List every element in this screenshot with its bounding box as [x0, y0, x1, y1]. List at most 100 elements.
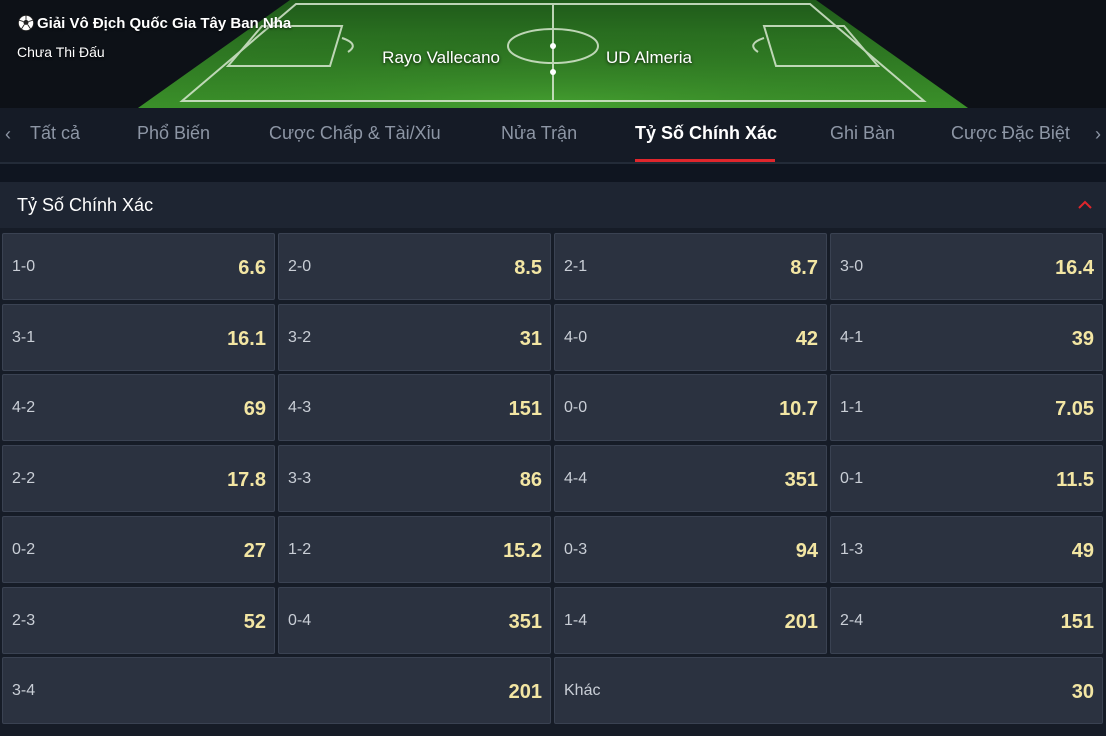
odds-value: 201	[784, 610, 818, 633]
odds-value: 42	[795, 327, 818, 350]
score-label: 0-3	[564, 540, 588, 558]
section-header[interactable]: Tỷ Số Chính Xác	[0, 182, 1106, 228]
odds-value: 49	[1071, 539, 1094, 562]
odds-cell[interactable]: 3-3 86	[278, 445, 551, 513]
odds-value: 151	[508, 398, 542, 421]
odds-value: 94	[795, 539, 818, 562]
score-label: Khác	[564, 682, 601, 700]
market-tabs: ‹ Tất cả Phổ Biến Cược Chấp & Tài/Xỉu Nử…	[0, 108, 1106, 164]
odds-value: 69	[243, 398, 266, 421]
odds-cell[interactable]: 2-4 151	[830, 586, 1103, 654]
odds-value: 8.5	[514, 257, 542, 279]
odds-cell[interactable]: 0-0 10.7	[554, 374, 827, 442]
score-label: 1-0	[12, 258, 36, 275]
odds-cell[interactable]: 4-0 42	[554, 303, 827, 371]
score-label: 1-3	[840, 540, 864, 558]
league-name: Giải Vô Địch Quốc Gia Tây Ban Nha	[37, 14, 292, 32]
score-label: 4-0	[564, 328, 588, 346]
odds-cell[interactable]: 0-1 11.5	[830, 445, 1103, 513]
score-label: 4-2	[12, 399, 36, 417]
match-header: Giải Vô Địch Quốc Gia Tây Ban Nha Chưa T…	[0, 0, 1106, 108]
score-label: 1-2	[288, 540, 312, 558]
active-tab-indicator	[635, 159, 775, 162]
tab-goalscorer[interactable]: Ghi Bàn	[830, 123, 895, 144]
score-label: 4-3	[288, 399, 312, 417]
odds-value: 15.2	[503, 539, 542, 562]
chevron-up-icon[interactable]	[1076, 196, 1094, 214]
score-label: 0-1	[840, 470, 864, 488]
section-title: Tỷ Số Chính Xác	[17, 195, 154, 215]
score-label: 4-1	[840, 328, 864, 346]
odds-value: 151	[1060, 610, 1094, 633]
odds-cell[interactable]: 0-4 351	[278, 586, 551, 654]
odds-cell[interactable]: 0-2 27	[2, 515, 275, 583]
league-title: Giải Vô Địch Quốc Gia Tây Ban Nha	[17, 14, 291, 32]
odds-value: 351	[784, 469, 818, 492]
odds-cell[interactable]: 1-0 6.6	[2, 233, 275, 300]
odds-cell[interactable]: 3-4 201	[2, 657, 551, 725]
away-team-name: UD Almeria	[606, 48, 692, 67]
odds-cell[interactable]: 3-1 16.1	[2, 303, 275, 371]
score-label: 0-2	[12, 540, 36, 558]
odds-value: 31	[519, 327, 542, 350]
match-status: Chưa Thi Đấu	[17, 44, 105, 60]
odds-cell[interactable]: 4-3 151	[278, 374, 551, 442]
tab-specials[interactable]: Cược Đặc Biệt	[951, 123, 1070, 144]
odds-cell[interactable]: 3-0 16.4	[830, 233, 1103, 300]
odds-cell[interactable]: 4-2 69	[2, 374, 275, 442]
score-label: 3-3	[288, 470, 312, 488]
odds-value: 7.05	[1055, 398, 1094, 421]
score-label: 2-1	[564, 258, 588, 275]
odds-cell[interactable]: 1-3 49	[830, 515, 1103, 583]
score-label: 0-0	[564, 399, 588, 417]
odds-value: 27	[243, 539, 266, 562]
tab-all[interactable]: Tất cả	[30, 123, 80, 144]
odds-value: 201	[508, 681, 542, 704]
score-label: 3-1	[12, 328, 36, 346]
odds-value: 86	[519, 469, 542, 492]
odds-value: 16.4	[1055, 257, 1094, 279]
odds-cell[interactable]: 1-2 15.2	[278, 515, 551, 583]
odds-value: 8.7	[790, 257, 818, 279]
odds-value: 351	[508, 610, 542, 633]
score-label: 1-4	[564, 611, 588, 629]
score-label: 0-4	[288, 611, 312, 629]
tab-correct-score[interactable]: Tỷ Số Chính Xác	[635, 123, 777, 144]
score-label: 1-1	[840, 399, 864, 417]
score-label: 3-2	[288, 328, 312, 346]
score-label: 2-0	[288, 258, 312, 275]
scroll-left-icon[interactable]: ‹	[5, 124, 11, 145]
odds-value: 16.1	[227, 327, 266, 350]
odds-cell[interactable]: 3-2 31	[278, 303, 551, 371]
correct-score-market: Tỷ Số Chính Xác 1-0 6.6 2-0 8.5 2-1 8.7 3-0 16.…	[0, 182, 1106, 736]
odds-cell[interactable]: 2-0 8.5	[278, 233, 551, 300]
odds-cell[interactable]: 4-4 351	[554, 445, 827, 513]
tab-half-time[interactable]: Nửa Trận	[501, 123, 577, 144]
score-label: 2-2	[12, 470, 36, 488]
odds-cell[interactable]: 0-3 94	[554, 515, 827, 583]
odds-cell[interactable]: 4-1 39	[830, 303, 1103, 371]
odds-value: 11.5	[1056, 469, 1094, 492]
odds-cell[interactable]: 1-4 201	[554, 586, 827, 654]
tab-popular[interactable]: Phổ Biến	[137, 123, 210, 144]
odds-value: 30	[1071, 681, 1094, 704]
soccer-ball-icon	[17, 14, 35, 32]
odds-value: 10.7	[779, 398, 818, 421]
tab-handicap-over-under[interactable]: Cược Chấp & Tài/Xỉu	[269, 123, 441, 144]
odds-value: 6.6	[238, 257, 266, 279]
odds-value: 17.8	[227, 469, 266, 492]
score-label: 3-0	[840, 258, 864, 275]
odds-cell[interactable]: 2-1 8.7	[554, 233, 827, 300]
odds-cell[interactable]: Khác 30	[554, 657, 1103, 725]
score-label: 2-4	[840, 611, 864, 629]
scroll-right-icon[interactable]: ›	[1095, 124, 1101, 145]
score-label: 2-3	[12, 611, 36, 629]
odds-value: 52	[243, 610, 266, 633]
odds-cell[interactable]: 2-2 17.8	[2, 445, 275, 513]
score-label: 3-4	[12, 682, 36, 700]
home-team-name: Rayo Vallecano	[382, 48, 500, 67]
odds-cell[interactable]: 1-1 7.05	[830, 374, 1103, 442]
score-label: 4-4	[564, 470, 588, 488]
odds-cell[interactable]: 2-3 52	[2, 586, 275, 654]
odds-value: 39	[1071, 327, 1094, 350]
